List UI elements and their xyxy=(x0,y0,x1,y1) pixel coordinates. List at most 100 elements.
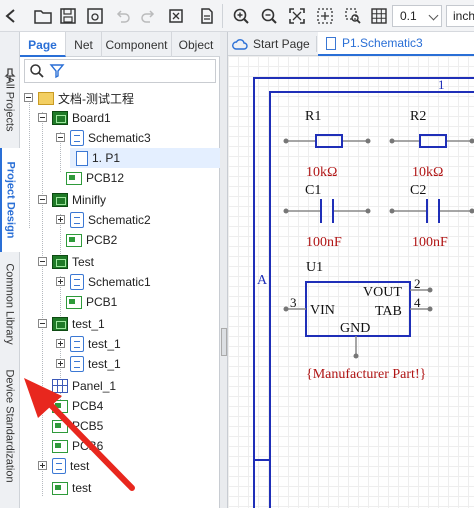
tree-item-minifly[interactable]: Minifly xyxy=(38,190,106,210)
tab-net[interactable]: Net xyxy=(66,32,102,57)
tree-item-test-1-schematic[interactable]: test_1 xyxy=(56,334,121,354)
collapse-icon[interactable] xyxy=(38,257,47,266)
schematic-canvas[interactable]: 1 A R1 10kΩ R2 10kΩ C1 100nF C2 100nF U1… xyxy=(228,56,474,508)
board-icon xyxy=(52,193,68,207)
regulator-u1[interactable]: U1 3 2 4 VIN VOUT TAB GND {Manufacturer … xyxy=(283,260,433,382)
collapse-icon[interactable] xyxy=(38,195,47,204)
collapse-icon[interactable] xyxy=(56,133,65,142)
r1-body xyxy=(315,134,343,148)
tab-project-design[interactable]: Project Design xyxy=(0,148,20,252)
c2-designator: C2 xyxy=(410,183,426,198)
grid-icon[interactable] xyxy=(368,5,390,27)
tree-item-test-pcb[interactable]: test xyxy=(52,478,91,498)
tab-start-page[interactable]: Start Page xyxy=(232,32,312,56)
tree-item-label: 1. P1 xyxy=(92,151,121,165)
tree-item-p1[interactable]: 1. P1 xyxy=(70,148,220,168)
tree-item-test-schematic[interactable]: test xyxy=(38,456,89,476)
schematic-icon xyxy=(70,356,84,372)
tree-item-pcb5[interactable]: PCB5 xyxy=(52,416,103,436)
tab-page[interactable]: Page xyxy=(20,32,66,57)
tree-item-label: 文档-测试工程 xyxy=(58,91,134,106)
tree-item-panel-1[interactable]: Panel_1 xyxy=(52,376,116,396)
panel-icon xyxy=(52,379,68,393)
schematic-drawing[interactable]: 1 A R1 10kΩ R2 10kΩ C1 100nF C2 100nF U1… xyxy=(228,56,474,508)
tab-all-projects[interactable]: All Projects xyxy=(0,62,20,146)
tree-item-label: test_1 xyxy=(88,357,121,371)
tab-device-standardization-label: Device Standardization xyxy=(4,369,16,483)
grid-size-value: 0.1 xyxy=(400,9,417,23)
c1-value: 100nF xyxy=(306,235,342,250)
pcb-icon xyxy=(66,233,82,247)
fit-selection-icon[interactable] xyxy=(314,5,336,27)
u1-manufacturer-part: {Manufacturer Part!} xyxy=(306,367,426,382)
tree-item-schematic3[interactable]: Schematic3 xyxy=(56,128,151,148)
tree-item-root[interactable]: 文档-测试工程 xyxy=(24,88,134,108)
pcb-icon xyxy=(66,171,82,185)
expand-icon[interactable] xyxy=(56,277,65,286)
fit-view-icon[interactable] xyxy=(286,5,308,27)
tab-object[interactable]: Object xyxy=(172,32,220,57)
grid-size-select[interactable]: 0.1 xyxy=(392,5,442,27)
tree-item-label: PCB1 xyxy=(86,295,118,309)
zoom-area-icon[interactable] xyxy=(342,5,364,27)
tab-net-label: Net xyxy=(74,38,93,52)
expand-icon[interactable] xyxy=(56,339,65,348)
pcb-icon xyxy=(52,399,68,413)
c2-value: 100nF xyxy=(412,235,448,250)
document-icon[interactable] xyxy=(196,5,218,27)
save-all-icon[interactable] xyxy=(84,5,106,27)
toolbar-divider xyxy=(222,4,223,28)
c1-plates xyxy=(320,199,334,223)
collapse-icon[interactable] xyxy=(24,93,33,102)
r1-designator: R1 xyxy=(305,109,321,124)
tab-device-standardization[interactable]: Device Standardization xyxy=(0,356,20,496)
expand-icon[interactable] xyxy=(56,215,65,224)
tree-item-pcb4[interactable]: PCB4 xyxy=(52,396,103,416)
expand-icon[interactable] xyxy=(56,359,65,368)
redo-icon[interactable] xyxy=(138,5,160,27)
tree-item-schematic2[interactable]: Schematic2 xyxy=(56,210,151,230)
tree-item-test-1-schematic-2[interactable]: test_1 xyxy=(56,354,121,374)
project-panel: Page Net Component Object 文档-测试工程 Board1… xyxy=(20,32,220,508)
u1-pin-dot xyxy=(427,306,433,312)
r2-pin-dot xyxy=(469,138,474,144)
collapse-icon[interactable] xyxy=(38,319,47,328)
c1-pin-dot xyxy=(283,208,289,214)
back-icon[interactable] xyxy=(0,5,22,27)
u1-designator: U1 xyxy=(306,260,323,275)
tree-item-test-1[interactable]: test_1 xyxy=(38,314,105,334)
unit-select[interactable]: inch xyxy=(446,5,474,27)
resistor-r2[interactable]: R2 10kΩ xyxy=(389,109,474,180)
tree-item-pcb2[interactable]: PCB2 xyxy=(66,230,117,250)
tab-common-library[interactable]: Common Library xyxy=(0,254,20,354)
tree-item-board1[interactable]: Board1 xyxy=(38,108,111,128)
search-input[interactable] xyxy=(24,59,216,83)
schematic-icon xyxy=(52,458,66,474)
undo-icon[interactable] xyxy=(111,5,133,27)
tree-item-label: Schematic2 xyxy=(88,213,151,227)
tree-item-test[interactable]: Test xyxy=(38,252,94,272)
tree-item-label: PCB12 xyxy=(86,171,125,185)
collapse-icon[interactable] xyxy=(38,113,47,122)
expand-icon[interactable] xyxy=(38,461,47,470)
tree-item-pcb1[interactable]: PCB1 xyxy=(66,292,117,312)
delete-icon[interactable] xyxy=(165,5,187,27)
splitter-grip[interactable] xyxy=(221,328,227,356)
zoom-in-icon[interactable] xyxy=(230,5,252,27)
tab-component[interactable]: Component xyxy=(102,32,172,57)
tree-item-pcb6[interactable]: PCB6 xyxy=(52,436,103,456)
tab-p1-schematic3[interactable]: P1.Schematic3 xyxy=(318,32,474,56)
save-icon[interactable] xyxy=(57,5,79,27)
r2-value: 10kΩ xyxy=(412,165,443,180)
open-folder-icon[interactable] xyxy=(32,5,54,27)
tree-item-pcb12[interactable]: PCB12 xyxy=(66,168,124,188)
zoom-out-icon[interactable] xyxy=(258,5,280,27)
u1-pin-dot xyxy=(353,353,359,359)
capacitor-c2[interactable]: C2 100nF xyxy=(389,183,474,250)
pin-number-2: 2 xyxy=(414,276,421,291)
filter-icon[interactable] xyxy=(49,63,65,79)
capacitor-c1[interactable]: C1 100nF xyxy=(283,183,371,250)
panel-splitter[interactable] xyxy=(220,32,228,508)
tree-item-schematic1[interactable]: Schematic1 xyxy=(56,272,151,292)
resistor-r1[interactable]: R1 10kΩ xyxy=(283,109,371,180)
